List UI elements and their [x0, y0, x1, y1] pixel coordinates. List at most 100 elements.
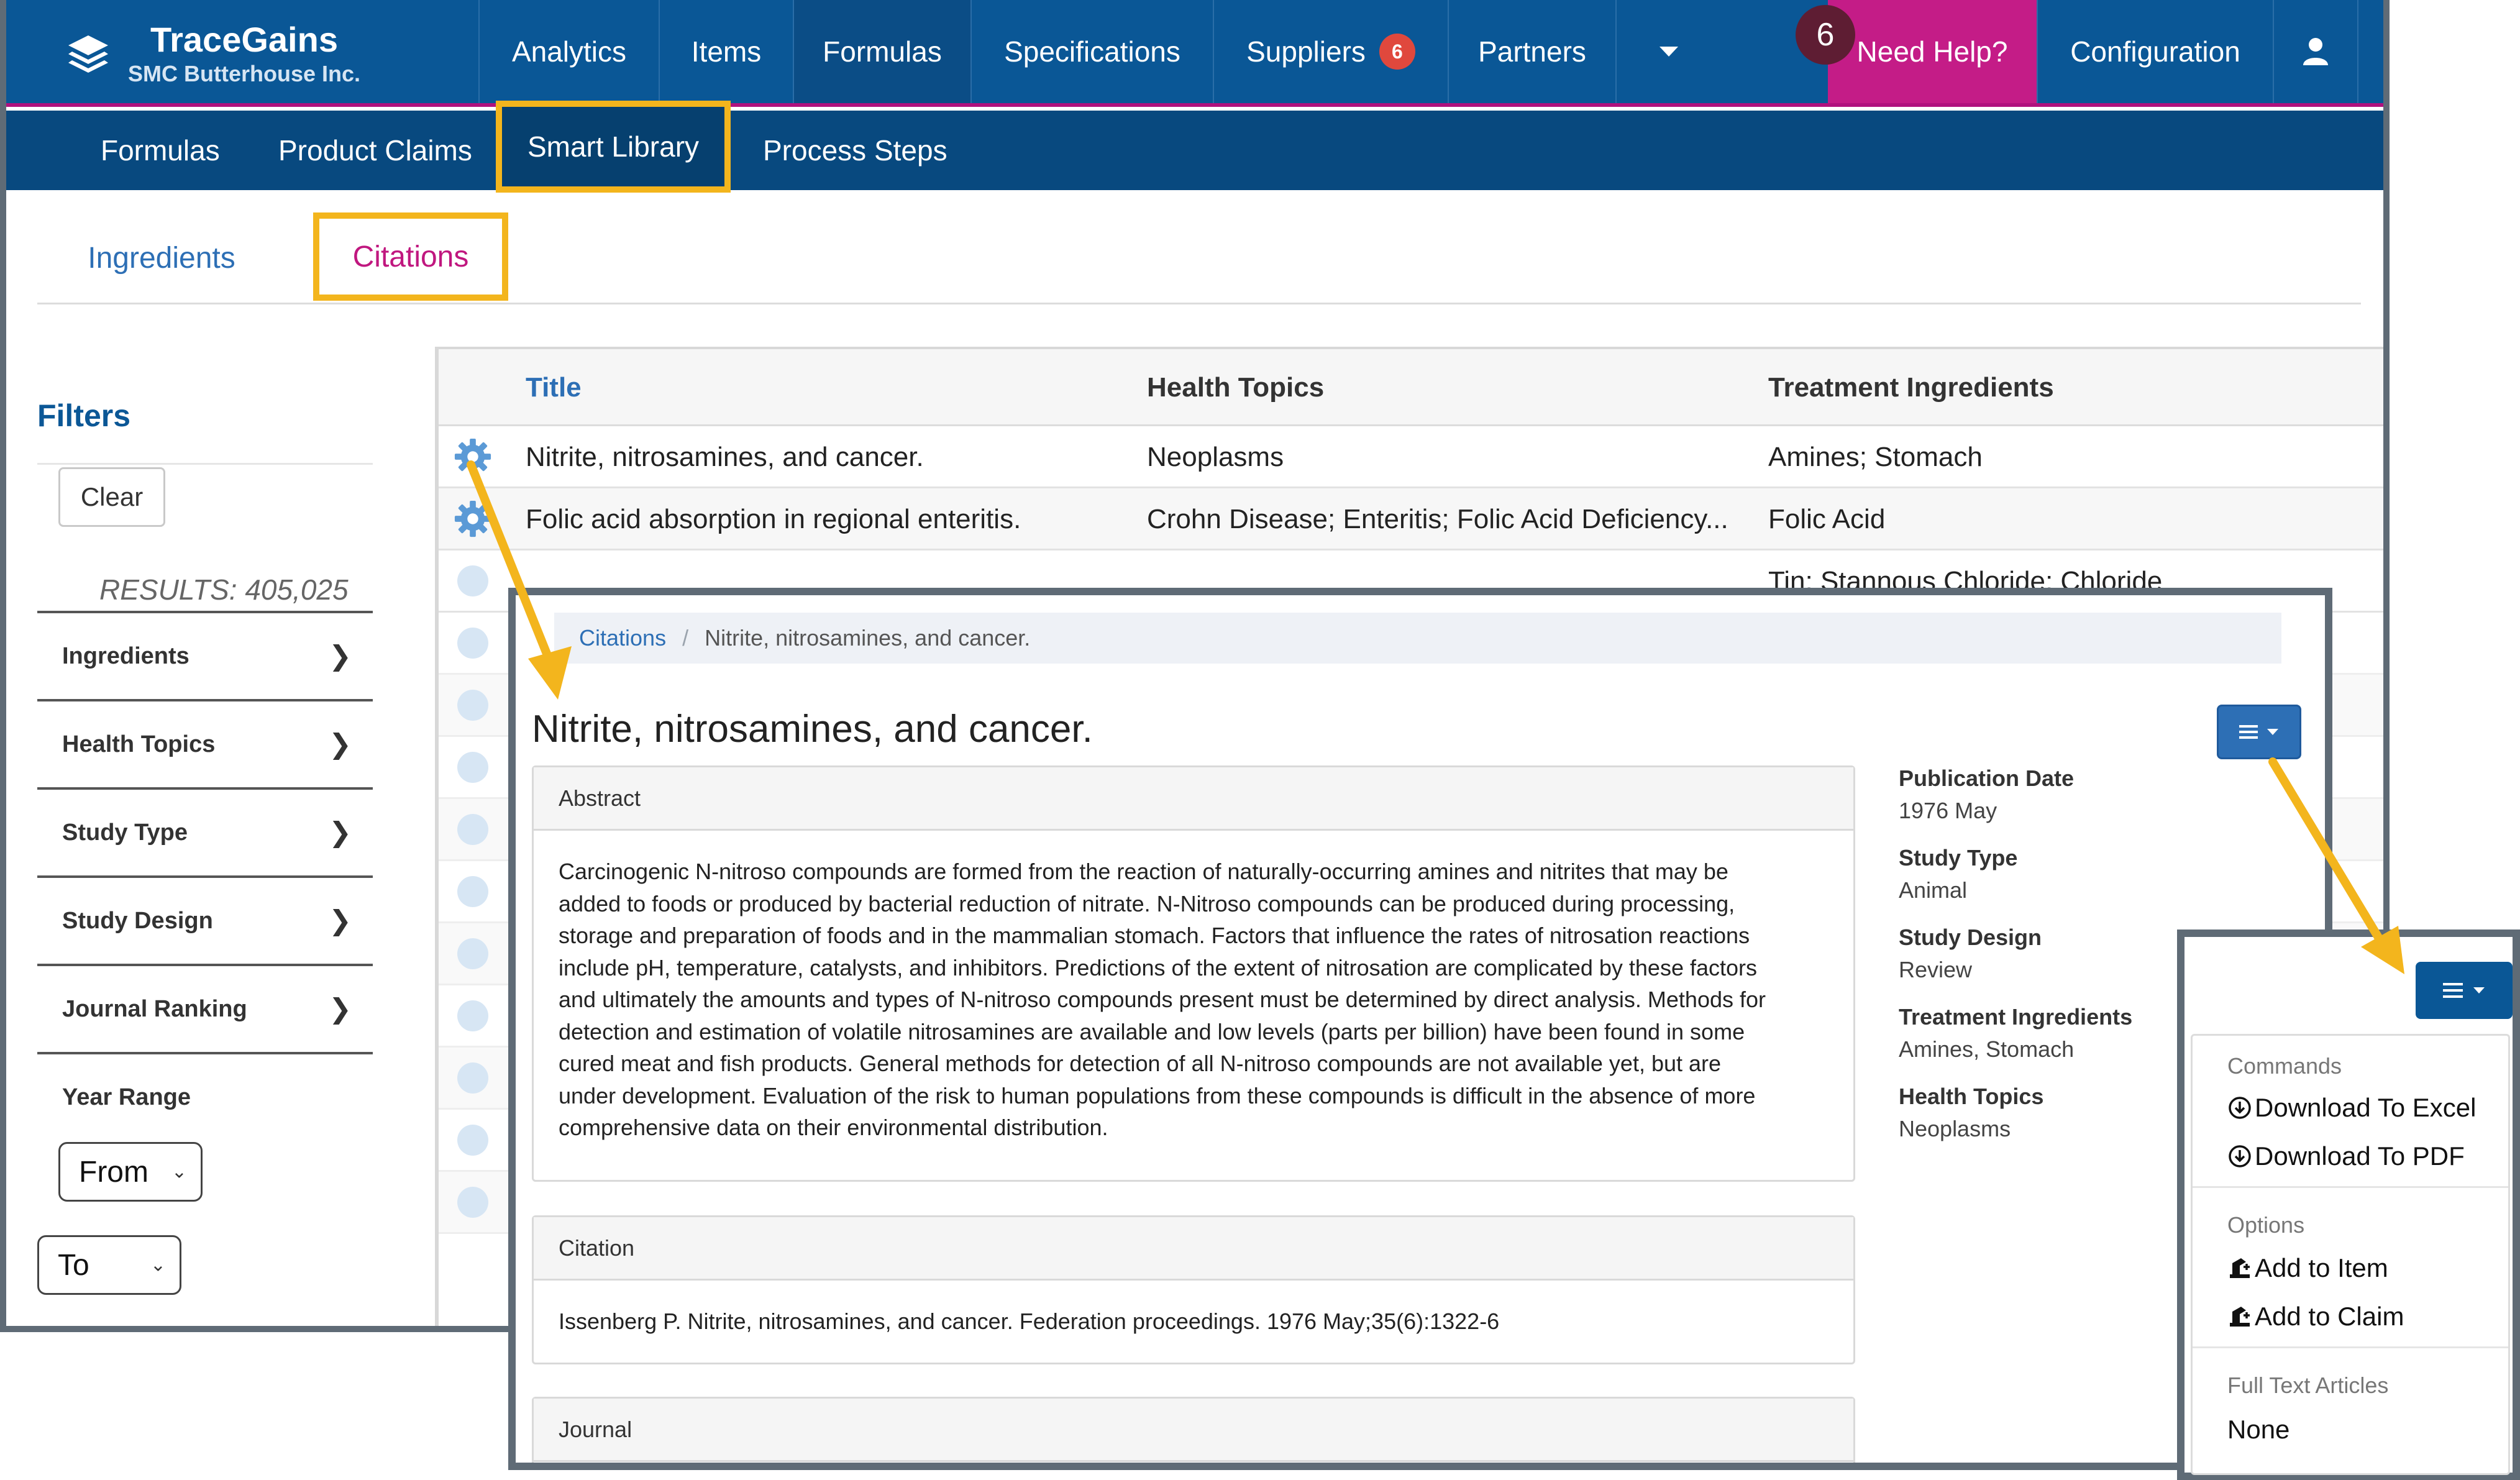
nav-partners[interactable]: Partners [1448, 0, 1615, 103]
gear-icon[interactable] [457, 628, 488, 659]
table-row[interactable]: Folic acid absorption in regional enteri… [439, 488, 2383, 550]
tab-citations[interactable]: Citations [313, 212, 508, 301]
journal-heading: Journal [534, 1399, 1853, 1462]
subnav-product-claims-label: Product Claims [278, 134, 472, 167]
add-to-claim-item[interactable]: Add to Claim [2227, 1302, 2404, 1332]
actions-menu-button[interactable] [2217, 705, 2301, 759]
brand[interactable]: TraceGains SMC Butterhouse Inc. [63, 14, 360, 94]
year-from-select[interactable]: From ⌄ [58, 1142, 203, 1202]
nav-partners-label: Partners [1478, 35, 1586, 68]
need-help-button[interactable]: Need Help? [1828, 0, 2037, 103]
facet-health-topics[interactable]: Health Topics ❯ [37, 701, 373, 790]
gear-icon[interactable] [457, 1125, 488, 1156]
gear-icon[interactable] [457, 1062, 488, 1094]
column-header-title[interactable]: Title [526, 349, 582, 426]
download-excel-item[interactable]: Download To Excel [2227, 1093, 2476, 1123]
breadcrumb-current: Nitrite, nitrosamines, and cancer. [705, 625, 1031, 651]
nav-configuration[interactable]: Configuration [2037, 0, 2273, 103]
tab-ingredients[interactable]: Ingredients [88, 217, 235, 298]
abstract-heading: Abstract [534, 767, 1853, 831]
subnav-product-claims[interactable]: Product Claims [278, 111, 472, 190]
year-to-select[interactable]: To ⌄ [37, 1235, 181, 1295]
actions-dropdown-panel: Commands Download To Excel Download To P… [2177, 930, 2520, 1480]
caret-down-icon [2473, 987, 2485, 994]
subnav-process-steps[interactable]: Process Steps [763, 111, 947, 190]
chevron-right-icon: ❯ [329, 817, 352, 848]
column-header-health-topics: Health Topics [1147, 372, 1325, 403]
subnav-smart-library-label: Smart Library [527, 130, 700, 163]
nav-specifications[interactable]: Specifications [970, 0, 1213, 103]
org-name: SMC Butterhouse Inc. [128, 61, 361, 86]
chevron-right-icon: ❯ [329, 641, 352, 672]
need-help-label: Need Help? [1856, 35, 2008, 68]
user-icon [2303, 38, 2328, 65]
row-title[interactable]: Folic acid absorption in regional enteri… [526, 488, 1021, 550]
tab-citations-label: Citations [352, 240, 469, 273]
help-notification-count: 6 [1796, 5, 1855, 65]
filters-title: Filters [37, 398, 131, 433]
chevron-right-icon: ❯ [329, 905, 352, 936]
nav-suppliers[interactable]: Suppliers 6 [1213, 0, 1448, 103]
study-type-value: Animal [1899, 877, 1968, 903]
facet-label: Health Topics [62, 731, 216, 757]
nav-analytics[interactable]: Analytics [478, 0, 659, 103]
gear-icon[interactable] [457, 938, 488, 969]
gear-icon[interactable] [454, 437, 492, 476]
facet-label: Ingredients [62, 642, 189, 669]
facet-label: Study Design [62, 907, 213, 934]
full-text-none: None [2227, 1415, 2290, 1444]
chevron-right-icon: ❯ [329, 729, 352, 760]
facet-study-design[interactable]: Study Design ❯ [37, 878, 373, 966]
gear-icon[interactable] [457, 565, 488, 596]
main-nav: Analytics Items Formulas Specifications … [478, 0, 1721, 103]
journal-panel: Journal [532, 1397, 1855, 1463]
table-header: Title Health Topics Treatment Ingredient… [439, 349, 2383, 426]
tab-ingredients-label: Ingredients [88, 241, 235, 275]
add-to-item-item[interactable]: Add to Item [2227, 1253, 2388, 1283]
gear-icon[interactable] [457, 876, 488, 907]
layers-logo-icon [68, 35, 108, 73]
facet-study-type[interactable]: Study Type ❯ [37, 790, 373, 878]
add-to-icon [2230, 1307, 2250, 1327]
nav-suppliers-label: Suppliers [1246, 35, 1366, 68]
gear-icon[interactable] [457, 690, 488, 721]
facet-label: Journal Ranking [62, 995, 247, 1022]
table-row[interactable]: Nitrite, nitrosamines, and cancer. Neopl… [439, 426, 2383, 488]
add-to-claim-label: Add to Claim [2255, 1302, 2404, 1331]
actions-menu-button-open[interactable] [2416, 962, 2513, 1019]
download-excel-label: Download To Excel [2255, 1093, 2477, 1122]
gear-icon[interactable] [454, 500, 492, 538]
abstract-line: comprehensive data on their environmenta… [559, 1115, 1108, 1140]
subnav-formulas[interactable]: Formulas [101, 111, 220, 190]
nav-more-dropdown[interactable] [1615, 0, 1721, 103]
facet-journal-ranking[interactable]: Journal Ranking ❯ [37, 966, 373, 1054]
row-title[interactable]: Nitrite, nitrosamines, and cancer. [526, 426, 924, 488]
actions-dropdown-menu: Commands Download To Excel Download To P… [2191, 1034, 2510, 1475]
nav-formulas[interactable]: Formulas [793, 0, 970, 103]
caret-down-icon [1659, 47, 1678, 57]
caret-down-icon [2267, 729, 2278, 735]
row-health-topics: Crohn Disease; Enteritis; Folic Acid Def… [1147, 504, 1728, 534]
clear-filters-button[interactable]: Clear [58, 467, 165, 527]
nav-items[interactable]: Items [659, 0, 793, 103]
gear-icon[interactable] [457, 1000, 488, 1031]
chevron-right-icon: ❯ [329, 994, 352, 1025]
download-pdf-item[interactable]: Download To PDF [2227, 1141, 2465, 1171]
gear-icon[interactable] [457, 1187, 488, 1218]
user-menu[interactable] [2273, 0, 2358, 103]
abstract-text: Carcinogenic N-nitroso compounds are for… [534, 831, 1853, 1169]
facet-ingredients[interactable]: Ingredients ❯ [37, 613, 373, 701]
gear-icon[interactable] [457, 752, 488, 783]
breadcrumb-citations-link[interactable]: Citations [579, 625, 666, 651]
download-circle-icon [2229, 1145, 2251, 1167]
results-count: RESULTS: 405,025 [99, 573, 349, 606]
facet-label: Study Type [62, 819, 188, 846]
list-menu-icon [2443, 983, 2463, 998]
gear-icon[interactable] [457, 814, 488, 845]
chevron-down-icon: ⌄ [171, 1161, 187, 1182]
add-to-icon [2230, 1258, 2250, 1278]
subnav-smart-library[interactable]: Smart Library [496, 101, 731, 193]
citation-detail-panel: Citations / Nitrite, nitrosamines, and c… [508, 588, 2332, 1470]
breadcrumb-separator: / [682, 625, 689, 651]
subnav-formulas-label: Formulas [101, 134, 220, 167]
